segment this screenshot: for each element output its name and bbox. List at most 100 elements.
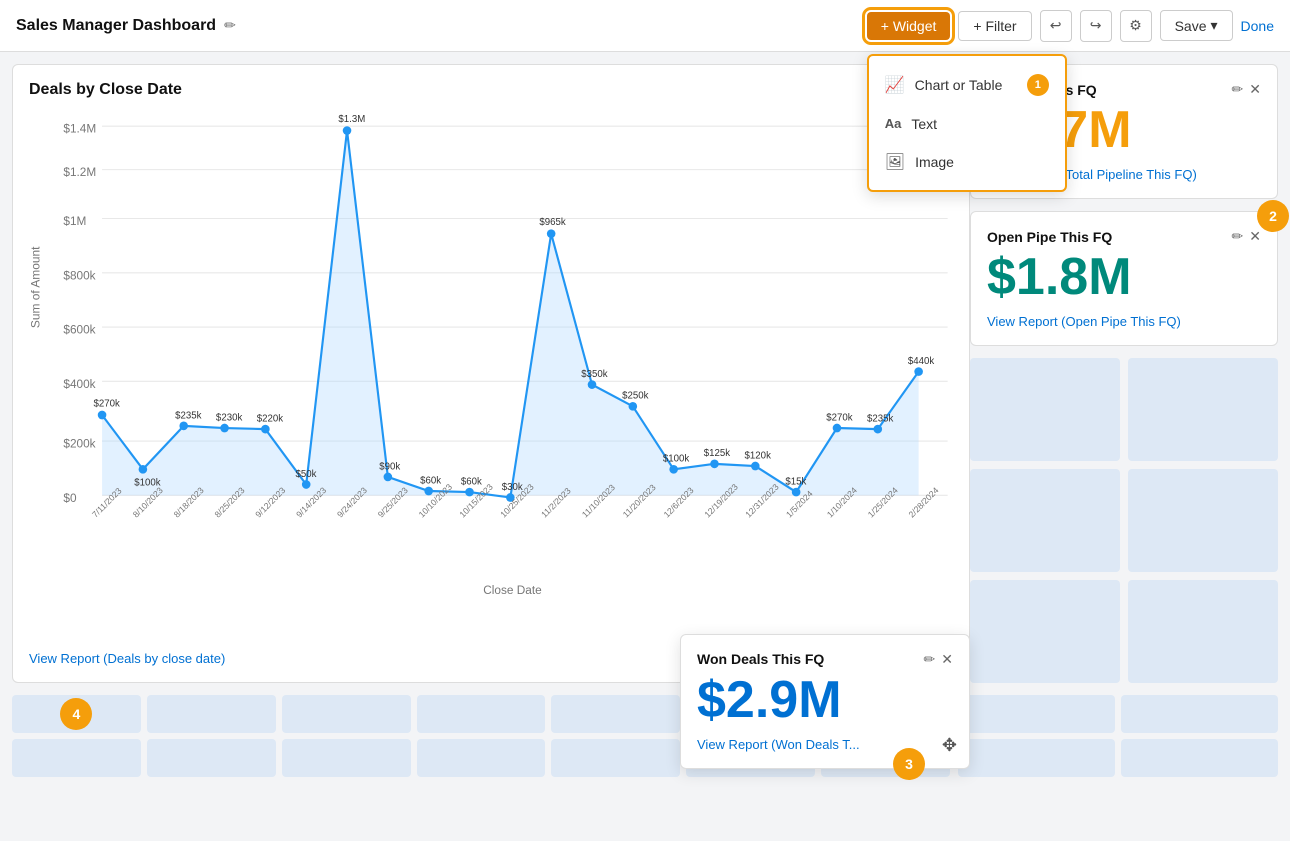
svg-text:$270k: $270k: [826, 412, 852, 423]
open-pipe-edit-button[interactable]: ✏: [1232, 228, 1244, 245]
won-card-close-button[interactable]: ✕: [941, 651, 953, 668]
bp-cell-2: [147, 695, 276, 733]
chart-title: Deals by Close Date: [29, 81, 953, 99]
header-right: + Widget + Filter ↩ ↪ ⚙ Save ▾ Done 📈 Ch…: [867, 10, 1274, 42]
save-button[interactable]: Save ▾: [1160, 10, 1233, 41]
svg-text:$50k: $50k: [295, 469, 316, 480]
header-left: Sales Manager Dashboard ✏: [16, 17, 236, 35]
svg-text:$1.3M: $1.3M: [338, 114, 365, 125]
placeholder-cell-6: [1128, 580, 1278, 683]
main-bottom: 4: [0, 695, 1290, 789]
badge-2: 2: [1257, 200, 1289, 232]
placeholder-cell-3: [970, 469, 1120, 572]
open-pipe-view-report-link[interactable]: View Report (Open Pipe This FQ): [987, 314, 1261, 329]
svg-text:$15k: $15k: [785, 476, 806, 487]
svg-text:$350k: $350k: [581, 369, 607, 380]
svg-text:$235k: $235k: [867, 413, 893, 424]
bp-cell-12: [551, 739, 680, 777]
app-container: Sales Manager Dashboard ✏ + Widget + Fil…: [0, 0, 1290, 789]
widget-button[interactable]: + Widget: [867, 12, 951, 40]
rb-cell-3: [958, 739, 1115, 777]
placeholder-cell-2: [1128, 358, 1278, 461]
svg-text:$60k: $60k: [420, 475, 441, 486]
svg-text:$800k: $800k: [63, 268, 95, 282]
bp-cell-3: [282, 695, 411, 733]
save-arrow: ▾: [1211, 17, 1218, 34]
svg-text:$235k: $235k: [175, 410, 201, 421]
image-icon: 🖼: [885, 152, 905, 172]
settings-button[interactable]: ⚙: [1120, 10, 1152, 42]
header: Sales Manager Dashboard ✏ + Widget + Fil…: [0, 0, 1290, 52]
svg-text:$230k: $230k: [216, 412, 242, 423]
rb-cell-1: [958, 695, 1115, 733]
placeholder-cell-5: [970, 580, 1120, 683]
bp-cell-8: [12, 739, 141, 777]
svg-text:$1M: $1M: [63, 214, 86, 228]
won-card-actions: ✏ ✕: [924, 651, 953, 668]
svg-text:$400k: $400k: [63, 377, 95, 391]
save-label: Save: [1175, 18, 1207, 34]
right-placeholder-grid: [970, 358, 1278, 683]
svg-text:Close Date: Close Date: [483, 583, 542, 597]
open-pipe-card-header: Open Pipe This FQ ✏ ✕: [987, 228, 1261, 245]
badge-3: 3: [893, 748, 925, 780]
bp-cell-11: [417, 739, 546, 777]
svg-text:$100k: $100k: [663, 454, 689, 465]
svg-text:$90k: $90k: [379, 461, 400, 472]
dropdown-chart-label: Chart or Table: [915, 77, 1003, 93]
dashboard-title: Sales Manager Dashboard: [16, 17, 216, 35]
bp-cell-4: [417, 695, 546, 733]
svg-text:$220k: $220k: [257, 413, 283, 424]
svg-text:$125k: $125k: [704, 448, 730, 459]
open-pipe-card-title: Open Pipe This FQ: [987, 229, 1112, 245]
open-pipe-close-button[interactable]: ✕: [1249, 228, 1261, 245]
chart-panel: Deals by Close Date $1.4M $1.2M $1M $800…: [12, 64, 970, 683]
svg-text:$600k: $600k: [63, 323, 95, 337]
dropdown-image-label: Image: [915, 154, 954, 170]
placeholder-cell-1: [970, 358, 1120, 461]
open-pipe-card: Open Pipe This FQ ✏ ✕ $1.8M View Report …: [970, 211, 1278, 346]
svg-text:$0: $0: [63, 491, 77, 505]
redo-button[interactable]: ↪: [1080, 10, 1112, 42]
bottom-right-area: [958, 695, 1278, 777]
rb-cell-4: [1121, 739, 1278, 777]
undo-button[interactable]: ↩: [1040, 10, 1072, 42]
right-bottom-grid: [958, 695, 1278, 777]
bp-cell-5: [551, 695, 680, 733]
dropdown-image-item[interactable]: 🖼 Image: [869, 142, 1065, 182]
done-button[interactable]: Done: [1241, 18, 1274, 34]
bp-cell-10: [282, 739, 411, 777]
chart-area: $1.4M $1.2M $1M $800k $600k $400k $200k …: [29, 111, 953, 643]
badge-1: 1: [1027, 74, 1049, 96]
main-row: Deals by Close Date $1.4M $1.2M $1M $800…: [0, 52, 1290, 695]
dropdown-chart-item[interactable]: 📈 Chart or Table 1: [869, 64, 1065, 106]
badge-4: 4: [60, 698, 92, 730]
svg-text:$60k: $60k: [461, 476, 482, 487]
chart-icon: 📈: [885, 75, 905, 95]
rb-cell-2: [1121, 695, 1278, 733]
bp-cell-1: 4: [12, 695, 141, 733]
won-deals-card: Won Deals This FQ ✏ ✕ $2.9M View Report …: [680, 634, 970, 769]
svg-text:$120k: $120k: [745, 450, 771, 461]
placeholder-cell-4: [1128, 469, 1278, 572]
pipeline-edit-button[interactable]: ✏: [1232, 81, 1244, 98]
filter-button[interactable]: + Filter: [958, 11, 1031, 41]
widget-dropdown: 📈 Chart or Table 1 Aa Text 🖼 Image: [867, 54, 1067, 192]
won-card-title: Won Deals This FQ: [697, 651, 824, 667]
won-deals-card-wrapper: Won Deals This FQ ✏ ✕ $2.9M View Report …: [680, 654, 970, 789]
pipeline-card-actions: ✏ ✕: [1232, 81, 1261, 98]
won-card-header: Won Deals This FQ ✏ ✕: [697, 651, 953, 668]
bp-cell-9: [147, 739, 276, 777]
svg-text:$440k: $440k: [908, 356, 934, 367]
svg-text:$250k: $250k: [622, 391, 648, 402]
won-card-edit-button[interactable]: ✏: [924, 651, 936, 668]
edit-title-icon[interactable]: ✏: [224, 17, 236, 34]
svg-text:$965k: $965k: [539, 217, 565, 228]
dropdown-text-item[interactable]: Aa Text: [869, 106, 1065, 142]
open-pipe-value: $1.8M: [987, 249, 1261, 306]
open-pipe-card-actions: ✏ ✕: [1232, 228, 1261, 245]
pipeline-close-button[interactable]: ✕: [1249, 81, 1261, 98]
svg-text:$1.2M: $1.2M: [63, 165, 96, 179]
svg-text:10/10/2023: 10/10/2023: [417, 482, 455, 520]
dropdown-text-label: Text: [911, 116, 937, 132]
